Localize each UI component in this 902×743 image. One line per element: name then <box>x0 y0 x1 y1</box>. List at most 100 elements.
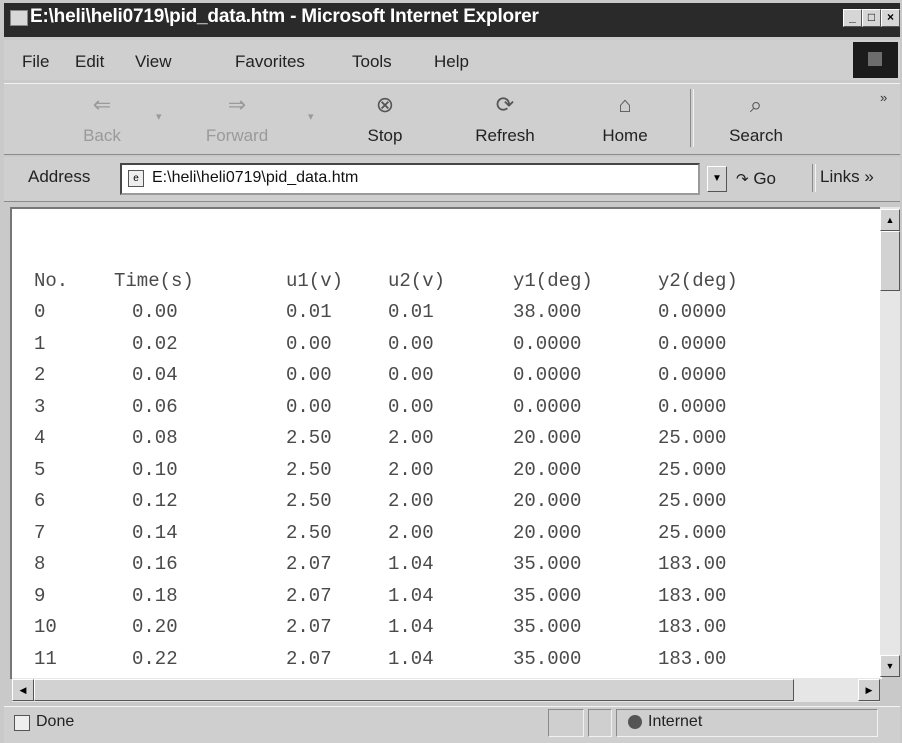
back-dropdown-icon[interactable]: ▾ <box>156 110 162 123</box>
scroll-right-icon[interactable]: ▶ <box>858 679 880 701</box>
table-cell: 2.00 <box>388 490 434 513</box>
menu-edit[interactable]: Edit <box>75 52 104 72</box>
refresh-button[interactable]: ⟳ Refresh <box>460 92 550 150</box>
home-icon: ⌂ <box>618 92 632 117</box>
table-cell: 183.00 <box>658 647 727 670</box>
search-button[interactable]: ⌕ Search <box>716 92 796 150</box>
table-cell: 2.00 <box>388 521 434 544</box>
home-button[interactable]: ⌂ Home <box>590 92 660 150</box>
table-cell: 25.000 <box>658 521 727 544</box>
table-cell: 0.20 <box>132 616 178 639</box>
table-cell: 3 <box>34 395 46 418</box>
internet-globe-icon <box>628 715 642 729</box>
table-row: 4 0.08 2.50 2.00 20.000 25.000 <box>34 423 788 455</box>
close-button[interactable]: × <box>881 9 900 27</box>
horizontal-scroll-thumb[interactable] <box>34 679 794 701</box>
table-cell: 183.00 <box>658 553 727 576</box>
page-content: No. Time(s) u1(v) u2(v) y1(deg) y2(deg) … <box>10 207 882 679</box>
table-cell: 10 <box>34 616 57 639</box>
table-cell: 20.000 <box>513 427 582 450</box>
table-cell: 0.04 <box>132 364 178 387</box>
toolbar-chevron-icon[interactable]: » <box>880 90 887 105</box>
back-button[interactable]: ⇐ Back <box>62 92 142 150</box>
menu-favorites[interactable]: Favorites <box>235 52 305 72</box>
table-row: 9 0.18 2.07 1.04 35.000 183.00 <box>34 580 788 612</box>
table-cell: 0.0000 <box>658 395 727 418</box>
table-cell: 0.00 <box>286 364 332 387</box>
header-u2: u2(v) <box>388 269 446 292</box>
table-cell: 0.00 <box>388 364 434 387</box>
forward-label: Forward <box>205 126 269 145</box>
table-body: 0 0.00 0.01 0.01 38.000 0.0000 1 0.02 0.00 0.00 0.… <box>34 297 788 675</box>
table-cell: 0.0000 <box>658 332 727 355</box>
table-cell: 4 <box>34 427 46 450</box>
table-cell: 1.04 <box>388 647 434 670</box>
data-table: No. Time(s) u1(v) u2(v) y1(deg) y2(deg) … <box>34 265 788 675</box>
address-label: Address <box>28 167 91 186</box>
table-row: 0 0.00 0.01 0.01 38.000 0.0000 <box>34 297 788 329</box>
table-cell: 2.00 <box>388 458 434 481</box>
table-row: 11 0.22 2.07 1.04 35.000 183.00 <box>34 643 788 675</box>
go-button[interactable]: ↷ Go <box>736 165 806 193</box>
table-cell: 5 <box>34 458 46 481</box>
menu-tools[interactable]: Tools <box>352 52 392 72</box>
table-cell: 2.50 <box>286 458 332 481</box>
table-row: 10 0.20 2.07 1.04 35.000 183.00 <box>34 612 788 644</box>
table-cell: 35.000 <box>513 647 582 670</box>
table-cell: 1.04 <box>388 616 434 639</box>
forward-dropdown-icon[interactable]: ▾ <box>308 110 314 123</box>
status-pane <box>548 709 584 737</box>
stop-icon: ⊗ <box>375 92 395 117</box>
table-cell: 35.000 <box>513 584 582 607</box>
header-u1: u1(v) <box>286 269 344 292</box>
table-cell: 0 <box>34 301 46 324</box>
home-label: Home <box>602 126 648 145</box>
menu-file[interactable]: File <box>22 52 49 72</box>
table-header-row: No. Time(s) u1(v) u2(v) y1(deg) y2(deg) <box>34 265 788 297</box>
table-cell: 8 <box>34 553 46 576</box>
links-button[interactable]: Links » <box>820 167 874 187</box>
table-row: 5 0.10 2.50 2.00 20.000 25.000 <box>34 454 788 486</box>
table-cell: 1.04 <box>388 584 434 607</box>
table-cell: 0.00 <box>388 395 434 418</box>
table-cell: 25.000 <box>658 458 727 481</box>
table-row: 7 0.14 2.50 2.00 20.000 25.000 <box>34 517 788 549</box>
table-cell: 0.0000 <box>513 364 582 387</box>
header-y1: y1(deg) <box>513 269 593 292</box>
table-cell: 1.04 <box>388 553 434 576</box>
table-cell: 25.000 <box>658 490 727 513</box>
table-cell: 2.07 <box>286 616 332 639</box>
address-value[interactable]: E:\heli\heli0719\pid_data.htm <box>152 169 358 187</box>
table-cell: 0.00 <box>388 332 434 355</box>
menu-view[interactable]: View <box>135 52 172 72</box>
vertical-scroll-thumb[interactable] <box>880 231 900 291</box>
minimize-button[interactable]: _ <box>843 9 862 27</box>
address-dropdown-icon[interactable]: ▼ <box>707 166 727 192</box>
scroll-up-icon[interactable]: ▲ <box>880 209 900 231</box>
scroll-left-icon[interactable]: ◀ <box>12 679 34 701</box>
table-cell: 0.02 <box>132 332 178 355</box>
table-cell: 6 <box>34 490 46 513</box>
search-icon: ⌕ <box>749 92 763 117</box>
table-cell: 38.000 <box>513 301 582 324</box>
table-cell: 1 <box>34 332 46 355</box>
table-cell: 0.06 <box>132 395 178 418</box>
scroll-down-icon[interactable]: ▼ <box>880 655 900 677</box>
table-cell: 0.00 <box>286 332 332 355</box>
table-cell: 2.50 <box>286 427 332 450</box>
ie-page-icon <box>10 10 28 26</box>
stop-button[interactable]: ⊗ Stop <box>350 92 420 150</box>
table-cell: 0.10 <box>132 458 178 481</box>
page-icon: e <box>128 170 144 187</box>
table-cell: 2.50 <box>286 521 332 544</box>
security-zone-text: Internet <box>648 713 703 730</box>
maximize-button[interactable]: □ <box>862 9 881 27</box>
table-cell: 0.01 <box>388 301 434 324</box>
table-cell: 0.18 <box>132 584 178 607</box>
forward-button[interactable]: ⇒ Forward <box>192 92 282 150</box>
table-cell: 0.01 <box>286 301 332 324</box>
table-cell: 0.0000 <box>658 364 727 387</box>
menu-help[interactable]: Help <box>434 52 469 72</box>
address-separator <box>812 164 816 192</box>
back-label: Back <box>83 126 121 145</box>
